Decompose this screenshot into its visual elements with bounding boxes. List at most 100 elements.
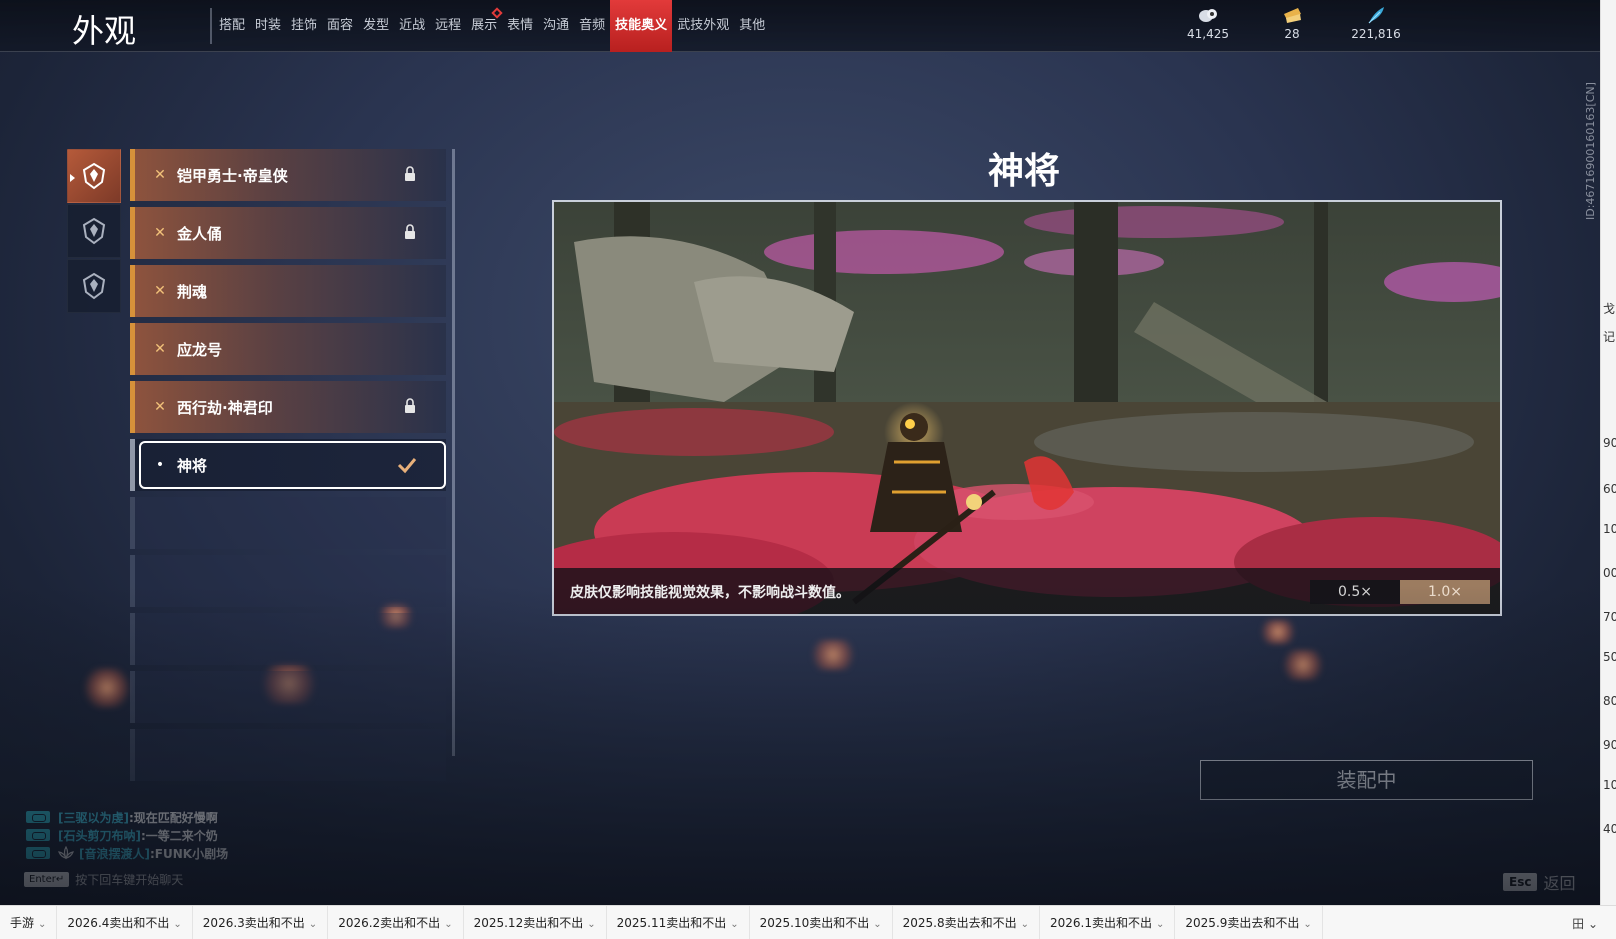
skin-list: ✕ 铠甲勇士·帝皇侠 ✕ 金人俑 ✕ 荆魂 ✕ 应龙号 ✕ 西行劫·神君印 • 神将 — [130, 149, 448, 787]
chat-message: :FUNK小剧场 — [149, 846, 229, 861]
tab-label: 展示 — [471, 18, 498, 33]
tab-label: 沟通 — [543, 18, 570, 33]
lock-icon — [405, 166, 415, 181]
tab-label: 远程 — [435, 18, 462, 33]
tab-9[interactable]: 沟通 — [538, 0, 574, 52]
sheet-tab-label: 2025.12卖出和不出 — [473, 915, 584, 930]
skin-item[interactable]: • 神将 — [130, 439, 446, 491]
skin-item[interactable]: ✕ 西行劫·神君印 — [130, 381, 446, 433]
skin-item[interactable]: ✕ 铠甲勇士·帝皇侠 — [130, 149, 446, 201]
currency-value: 221,816 — [1351, 27, 1401, 41]
tab-8[interactable]: 表情 — [502, 0, 538, 52]
lantern-decor — [1280, 650, 1326, 680]
chat-log[interactable]: [三驱以为虔]:现在匹配好慢啊 [石头剪刀布呐]:一等二来个奶 [音浪摆渡人]:FU… — [26, 808, 228, 862]
tab-label: 挂饰 — [291, 18, 318, 33]
speed-0-5x-button[interactable]: 0.5× — [1310, 580, 1400, 604]
sheet-tab[interactable]: 2026.2卖出和不出 ⌄ — [328, 905, 464, 939]
currency-1: 28 — [1264, 6, 1320, 41]
strip-text: 80 — [1603, 694, 1616, 708]
tab-11[interactable]: 技能奥义 — [610, 0, 673, 52]
skill-emblem-icon — [82, 162, 106, 190]
skin-name: 应龙号 — [177, 340, 223, 359]
skill-preview-video[interactable]: 皮肤仅影响技能视觉效果，不影响战斗数值。 0.5× 1.0× — [552, 200, 1502, 616]
category-column — [67, 149, 121, 314]
currency-2: 221,816 — [1348, 6, 1404, 41]
chat-sender[interactable]: [三驱以为虔] — [58, 809, 129, 826]
preview-title: 神将 — [987, 150, 1060, 192]
skin-name: 荆魂 — [177, 282, 208, 301]
chevron-down-icon: ⌄ — [730, 918, 739, 930]
sheet-menu-icon[interactable]: 田 ⌄ — [1572, 915, 1598, 932]
skill-emblem-icon — [82, 217, 106, 245]
new-badge-icon — [491, 7, 503, 19]
skin-item[interactable]: ✕ 荆魂 — [130, 265, 446, 317]
lock-icon — [405, 224, 415, 239]
sheet-tab[interactable]: 2026.4卖出和不出 ⌄ — [57, 905, 193, 939]
flame-icon: • — [155, 457, 165, 473]
sheet-tab[interactable]: 2025.12卖出和不出 ⌄ — [464, 905, 607, 939]
chevron-down-icon: ⌄ — [308, 918, 318, 930]
equip-button[interactable]: 装配中 — [1200, 760, 1533, 800]
strip-text: 90 — [1603, 436, 1616, 450]
chevron-down-icon: ⌄ — [1303, 918, 1312, 930]
strip-text: 00 — [1603, 566, 1616, 580]
tab-7[interactable]: 展示 — [466, 0, 503, 52]
sheet-tab[interactable]: 2026.1卖出和不出 ⌄ — [1040, 905, 1176, 939]
tab-10[interactable]: 音频 — [574, 0, 610, 52]
sheet-tab[interactable]: 2025.8卖出去和不出 ⌄ — [893, 905, 1041, 939]
skin-name: 神将 — [177, 456, 208, 475]
chat-sender[interactable]: [石头剪刀布呐] — [58, 827, 141, 844]
tab-13[interactable]: 其他 — [734, 0, 770, 52]
sheet-tab-label: 2025.9卖出去和不出 — [1185, 915, 1300, 930]
sheet-tab[interactable]: 手游 ⌄ — [0, 905, 58, 939]
ticket-icon — [1284, 8, 1301, 23]
tab-2[interactable]: 挂饰 — [286, 0, 322, 52]
skin-item[interactable]: ✕ 金人俑 — [130, 207, 446, 259]
tab-3[interactable]: 面容 — [322, 0, 358, 52]
category-2[interactable] — [67, 259, 121, 313]
skill-rune-icon: ✕ — [154, 283, 166, 299]
spreadsheet-tab-bar: 手游 ⌄ 2026.4卖出和不出 ⌄ 2026.3卖出和不出 ⌄ 2026.2卖出和不出 ⌄ 2… — [0, 905, 1616, 939]
sheet-tab[interactable]: 2025.10卖出和不出 ⌄ — [750, 905, 893, 939]
build-id-label: ID:46716900160163[CN] — [1584, 82, 1597, 220]
channel-badge-icon — [26, 811, 50, 823]
tab-4[interactable]: 发型 — [358, 0, 394, 52]
skill-rune-icon: ✕ — [154, 399, 166, 415]
tab-0[interactable]: 搭配 — [214, 0, 250, 52]
back-label: 返回 — [1543, 874, 1576, 893]
tab-6[interactable]: 远程 — [430, 0, 466, 52]
skin-name: 铠甲勇士·帝皇侠 — [177, 166, 288, 185]
empty-skin-slot — [130, 729, 446, 781]
tab-label: 武技外观 — [677, 18, 730, 33]
tab-12[interactable]: 武技外观 — [672, 0, 734, 52]
sheet-tab-label: 2025.11卖出和不出 — [616, 915, 727, 930]
sheet-tab-label: 2026.4卖出和不出 — [67, 915, 170, 930]
category-1[interactable] — [67, 204, 121, 258]
lantern-decor — [1258, 620, 1298, 644]
sheet-tab[interactable]: 2025.9卖出去和不出 ⌄ — [1175, 905, 1323, 939]
chevron-down-icon: ⌄ — [444, 918, 453, 930]
skill-rune-icon: ✕ — [154, 167, 166, 183]
chat-enter-hint[interactable]: Enter↵ 按下回车键开始聊天 — [24, 871, 183, 888]
tab-label: 面容 — [327, 18, 354, 33]
tab-5[interactable]: 近战 — [394, 0, 430, 52]
chat-message: :现在匹配好慢啊 — [128, 810, 218, 825]
sheet-tab[interactable]: 2025.11卖出和不出 ⌄ — [607, 905, 750, 939]
sheet-tab[interactable]: 2026.3卖出和不出 ⌄ — [193, 905, 329, 939]
background-window-strip: 戈记 90 60 10 00 70 50 80 90 10 40 — [1600, 0, 1616, 905]
tab-label: 搭配 — [219, 18, 246, 33]
skin-item[interactable]: ✕ 应龙号 — [130, 323, 446, 375]
preview-caption-bar: 皮肤仅影响技能视觉效果，不影响战斗数值。 0.5× 1.0× — [554, 568, 1500, 614]
speed-1-0x-button[interactable]: 1.0× — [1400, 580, 1490, 604]
skin-name: 西行劫·神君印 — [177, 398, 273, 417]
currency-value: 28 — [1284, 27, 1300, 41]
esc-key-icon: Esc — [1503, 873, 1538, 891]
chat-sender[interactable]: [音浪摆渡人] — [79, 845, 150, 862]
list-scrollbar[interactable] — [452, 149, 455, 756]
chevron-down-icon: ⌄ — [38, 918, 47, 930]
back-control[interactable]: Esc 返回 — [1503, 870, 1575, 894]
strip-text: 记 — [1603, 330, 1616, 344]
enter-key-icon: Enter↵ — [24, 872, 70, 887]
tab-1[interactable]: 时装 — [250, 0, 286, 52]
category-0[interactable] — [67, 149, 121, 203]
